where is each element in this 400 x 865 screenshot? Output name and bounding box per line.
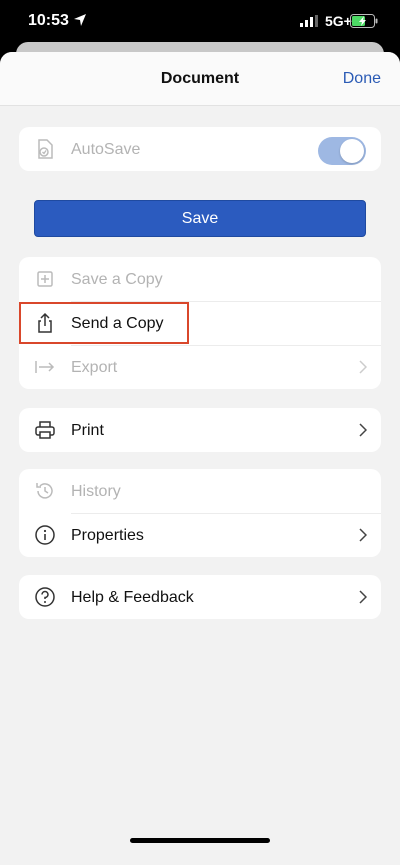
autosave-card: AutoSave xyxy=(19,127,381,171)
chevron-right-icon xyxy=(359,360,367,374)
export-icon xyxy=(35,361,55,373)
export-label: Export xyxy=(71,359,118,376)
home-indicator xyxy=(130,838,270,843)
print-label: Print xyxy=(71,422,104,439)
status-bar: 10:53 5G+ xyxy=(0,0,400,44)
history-row: History xyxy=(19,469,381,513)
printer-icon xyxy=(35,421,55,439)
chevron-right-icon xyxy=(359,528,367,542)
page-title: Document xyxy=(160,70,240,87)
location-arrow-icon xyxy=(74,14,86,26)
autosave-label: AutoSave xyxy=(71,141,141,158)
network-type: 5G+ xyxy=(325,13,352,29)
done-button[interactable]: Done xyxy=(343,70,381,88)
share-icon xyxy=(38,312,52,333)
chevron-right-icon xyxy=(359,590,367,604)
copy-options-card: Save a Copy Send a Copy Export xyxy=(19,257,381,389)
save-button[interactable]: Save xyxy=(34,200,366,237)
print-card: Print xyxy=(19,408,381,452)
send-a-copy-row[interactable]: Send a Copy xyxy=(19,301,381,345)
properties-row[interactable]: Properties xyxy=(19,513,381,557)
save-copy-icon xyxy=(37,271,53,287)
document-info-card: History Properties xyxy=(19,469,381,557)
help-card: Help & Feedback xyxy=(19,575,381,619)
toggle-knob xyxy=(340,139,364,163)
save-a-copy-row: Save a Copy xyxy=(19,257,381,301)
export-row: Export xyxy=(19,345,381,389)
help-feedback-row[interactable]: Help & Feedback xyxy=(19,575,381,619)
document-sheet: Document Done AutoSave Save Save a Copy xyxy=(0,52,400,865)
info-icon xyxy=(35,525,55,545)
battery-charging-icon xyxy=(350,14,378,28)
cellular-signal-icon xyxy=(300,15,318,27)
autosave-icon xyxy=(38,139,53,159)
autosave-toggle[interactable] xyxy=(318,137,366,165)
nav-bar: Document Done xyxy=(0,52,400,106)
print-row[interactable]: Print xyxy=(19,408,381,452)
help-feedback-label: Help & Feedback xyxy=(71,589,194,606)
history-label: History xyxy=(71,483,121,500)
chevron-right-icon xyxy=(359,423,367,437)
save-a-copy-label: Save a Copy xyxy=(71,271,163,288)
properties-label: Properties xyxy=(71,527,144,544)
status-time: 10:53 xyxy=(28,12,69,29)
help-icon xyxy=(35,587,55,607)
history-icon xyxy=(36,483,53,499)
send-a-copy-label: Send a Copy xyxy=(71,315,164,332)
autosave-row: AutoSave xyxy=(19,127,381,171)
